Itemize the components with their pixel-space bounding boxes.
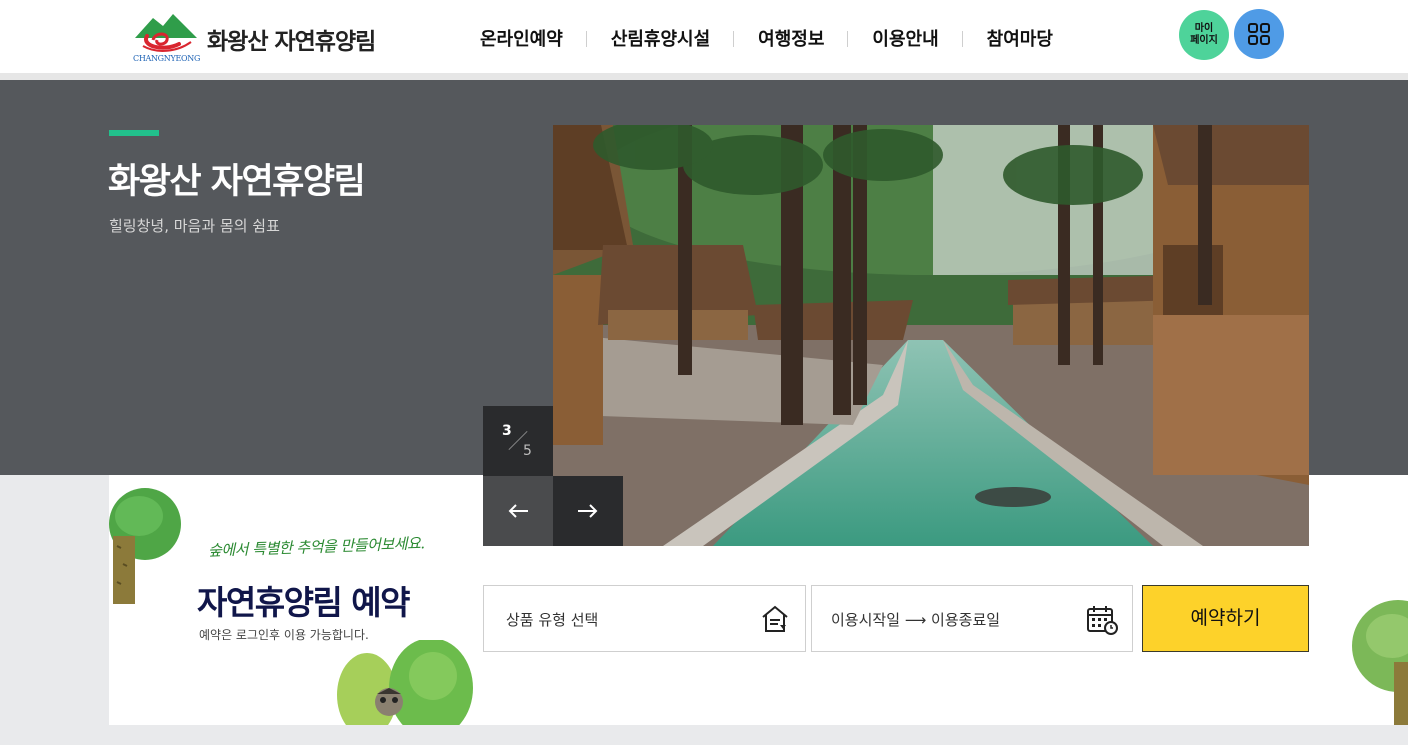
nav-usage-guide[interactable]: 이용안내 [848, 25, 963, 51]
hero-title: 화왕산 자연휴양림 [108, 162, 366, 202]
mypage-label-line2: 페이지 [1190, 35, 1218, 46]
main-nav: 온라인예약 산림휴양시설 여행정보 이용안내 참여마당 [470, 24, 1077, 52]
reservation-title: 자연휴양림 예약 [197, 583, 411, 622]
hero-slide-image [553, 125, 1309, 546]
reserve-button[interactable]: 예약하기 [1142, 585, 1309, 652]
slide-prev-button[interactable] [483, 476, 553, 546]
date-range-field[interactable]: 이용시작일 ⟶ 이용종료일 [811, 585, 1133, 652]
tree-right-illustration [1352, 600, 1408, 725]
grid-icon [1248, 23, 1270, 45]
all-menu-button[interactable] [1234, 9, 1284, 59]
header-divider [0, 73, 1408, 80]
slide-current-number: 3 [502, 423, 512, 439]
tree-left-illustration [109, 488, 181, 604]
mypage-button[interactable]: 마이 페이지 [1179, 10, 1229, 60]
nav-travel-info[interactable]: 여행정보 [734, 25, 849, 51]
arrow-right-icon [578, 504, 598, 518]
hero-subtitle: 힐링창녕, 마음과 몸의 쉼표 [109, 217, 280, 235]
slide-total-number: 5 [523, 443, 532, 459]
logo-subtitle: CHANGNYEONG [133, 54, 201, 63]
tree-bottom-illustration [337, 640, 473, 725]
reservation-note: 예약은 로그인후 이용 가능합니다. [199, 628, 369, 642]
house-icon [762, 605, 788, 632]
slide-counter: 3 5 [483, 406, 553, 476]
hero-accent-bar [109, 130, 159, 136]
nav-online-reservation[interactable]: 온라인예약 [470, 25, 587, 51]
product-type-select[interactable]: 상품 유형 선택 [483, 585, 806, 652]
slide-next-button[interactable] [553, 476, 623, 546]
site-header: CHANGNYEONG 화왕산 자연휴양림 온라인예약 산림휴양시설 여행정보 … [0, 0, 1408, 73]
site-logo[interactable]: CHANGNYEONG 화왕산 자연휴양림 [133, 12, 383, 66]
nav-forest-facilities[interactable]: 산림휴양시설 [587, 25, 735, 51]
nav-community[interactable]: 참여마당 [963, 25, 1077, 51]
logo-emblem-icon: CHANGNYEONG [133, 12, 201, 66]
mypage-label-line1: 마이 [1194, 23, 1214, 34]
logo-title: 화왕산 자연휴양림 [207, 29, 376, 55]
date-range-placeholder: 이용시작일 ⟶ 이용종료일 [831, 611, 1001, 629]
calendar-icon [1087, 606, 1118, 635]
product-type-placeholder: 상품 유형 선택 [506, 611, 599, 629]
arrow-left-icon [508, 504, 528, 518]
